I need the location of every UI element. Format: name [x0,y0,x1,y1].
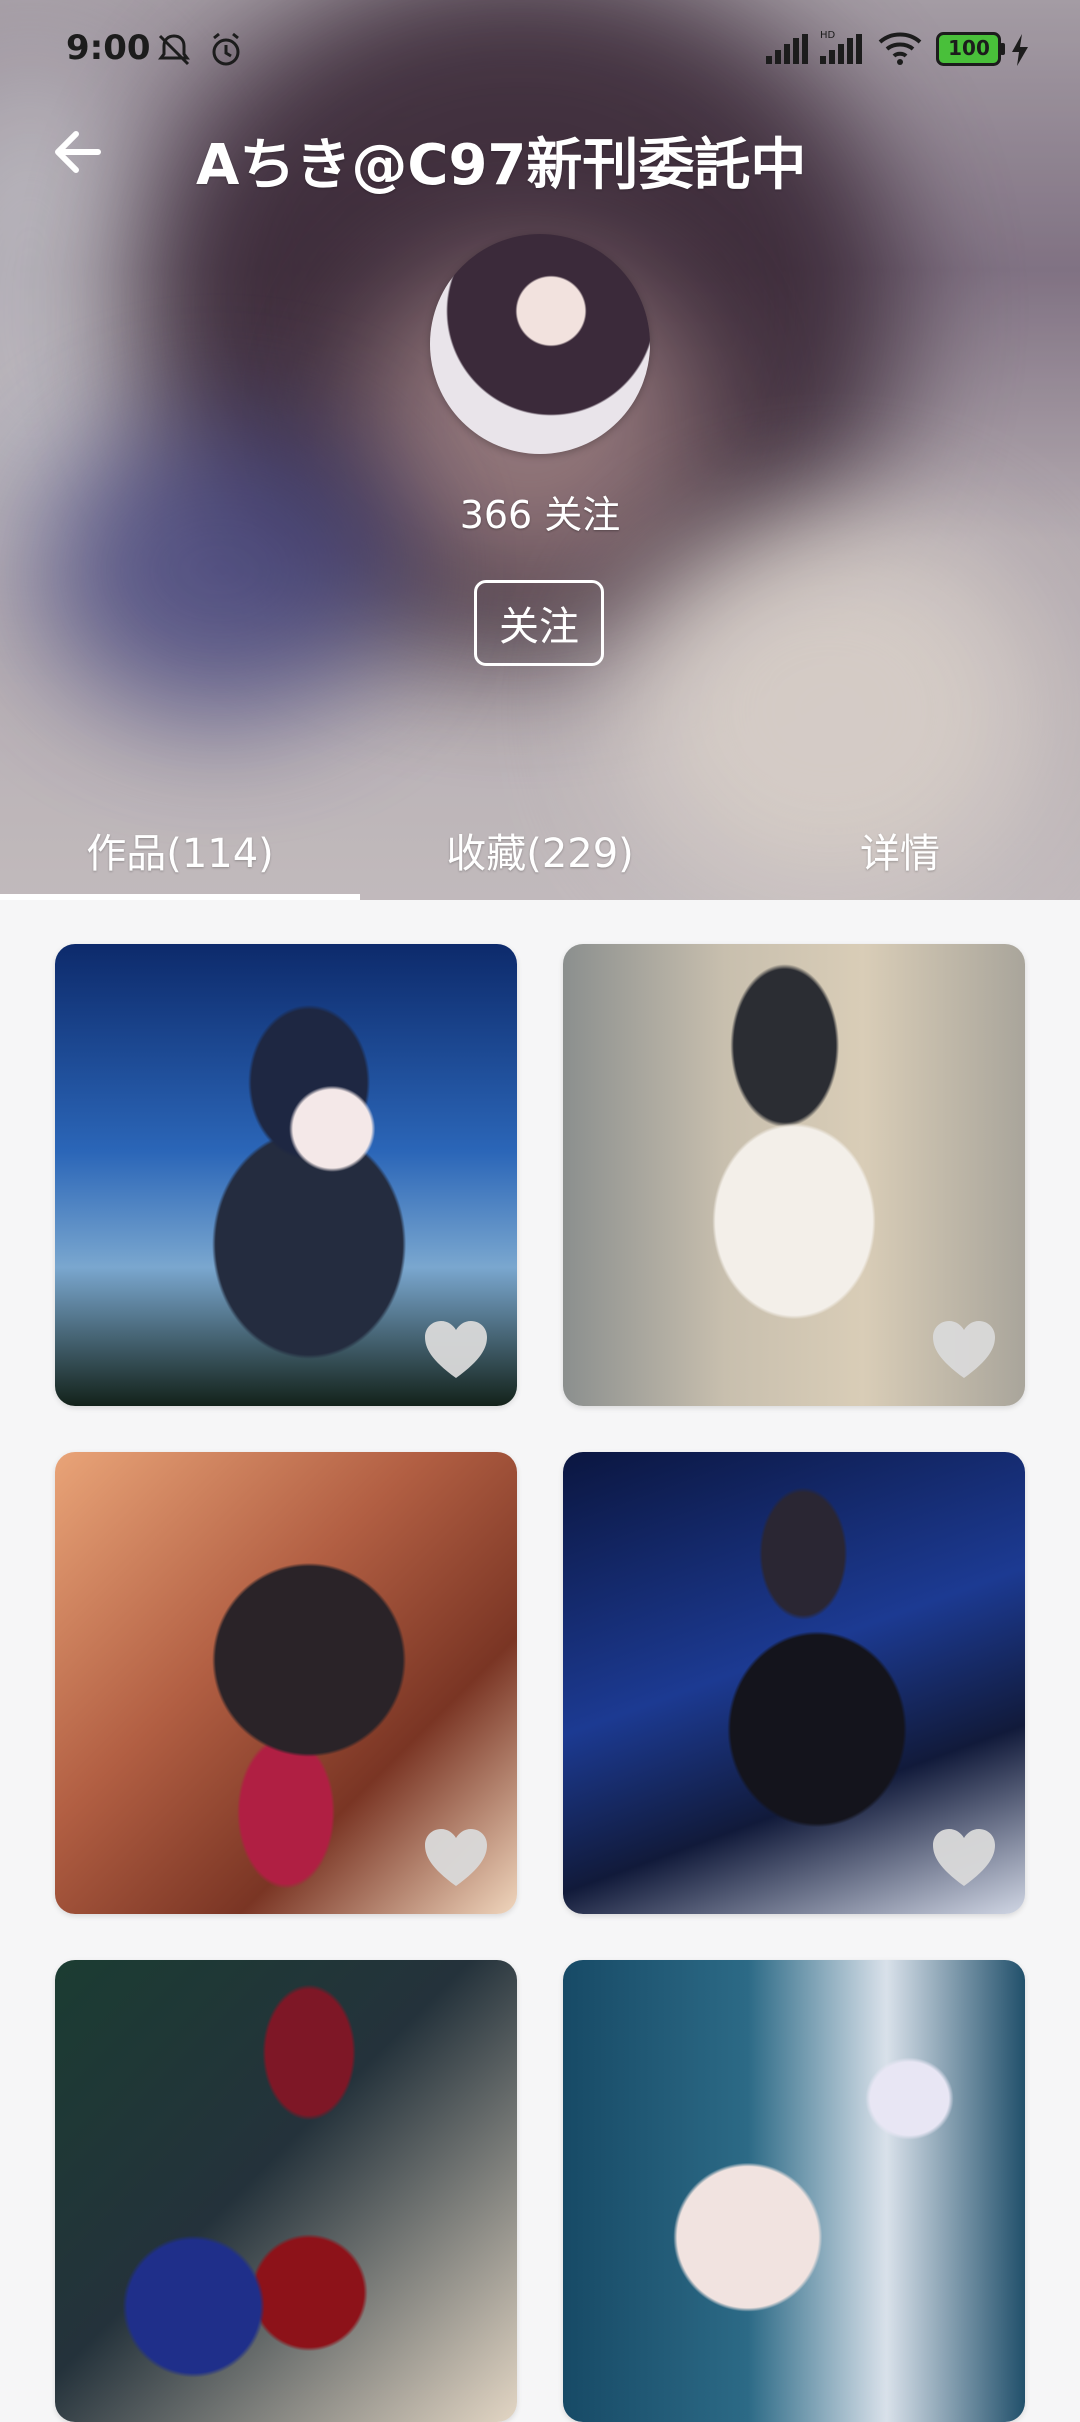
svg-text:HD: HD [820,30,836,41]
tab-favorites[interactable]: 收藏(229) [360,800,720,900]
dnd-off-icon [154,30,194,74]
page-title: Aちき@C97新刊委託中 [196,133,807,198]
tab-details[interactable]: 详情 [720,800,1080,900]
avatar[interactable] [430,234,650,454]
work-card[interactable] [563,1452,1025,1914]
tab-works[interactable]: 作品(114) [0,800,360,900]
wifi-icon [878,30,922,70]
artwork-image [563,1960,1025,2422]
work-card[interactable] [563,944,1025,1406]
heart-icon[interactable] [423,1320,489,1380]
artwork-image [55,1960,517,2422]
back-button[interactable] [46,120,110,184]
battery-level: 100 [948,36,990,60]
heart-icon[interactable] [423,1828,489,1888]
follow-count: 366 关注 [459,493,621,537]
status-bar: 9:00 HD 100 [0,0,1080,100]
tab-bar: 作品(114) 收藏(229) 详情 [0,800,1080,900]
hd-signal-icon: HD [820,28,864,68]
active-tab-indicator [0,894,360,900]
status-time: 9:00 [66,28,151,68]
follow-button[interactable]: 关注 [474,580,604,666]
alarm-icon [206,30,246,74]
heart-icon[interactable] [931,1828,997,1888]
work-card[interactable] [55,1960,517,2422]
heart-icon[interactable] [931,1320,997,1380]
arrow-left-icon [55,131,101,173]
work-card[interactable] [55,1452,517,1914]
signal-icon [766,34,810,68]
work-card[interactable] [563,1960,1025,2422]
work-card[interactable] [55,944,517,1406]
charging-icon [1010,34,1030,70]
